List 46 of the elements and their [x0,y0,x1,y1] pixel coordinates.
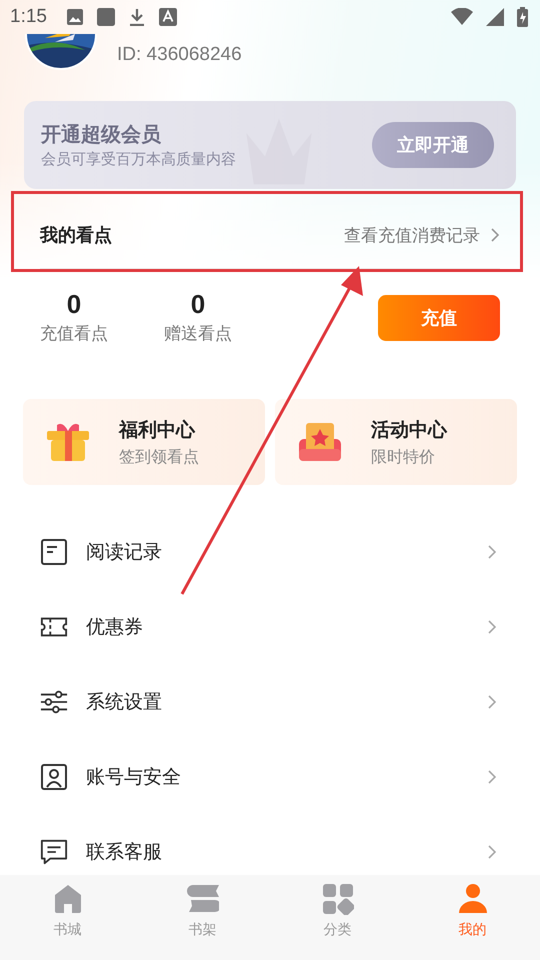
records-link[interactable]: 查看充值消费记录 [344,224,480,246]
promo-title: 活动中心 [371,418,447,442]
status-time: 1:15 [10,6,47,28]
vip-title: 开通超级会员 [41,121,162,148]
chevron-right-icon [490,227,500,243]
sliders-icon [40,688,68,716]
battery-icon [517,7,528,27]
promo-title: 福利中心 [119,418,196,442]
stat-label: 充值看点 [40,323,108,345]
chevron-right-icon [487,694,497,710]
promo-card[interactable]: 福利中心 签到领看点 [23,399,265,485]
chevron-right-icon [487,769,497,785]
person-icon [456,883,488,915]
chevron-right-icon [487,544,497,560]
stat-value: 0 [66,289,82,320]
menu-label: 账号与安全 [86,765,181,790]
menu-item[interactable]: 优惠券 [0,605,540,649]
menu-item[interactable]: 阅读记录 [0,530,540,574]
menu-item[interactable]: 账号与安全 [0,755,540,799]
stat-value: 0 [190,289,206,320]
signal-icon [486,8,504,26]
chevron-right-icon [487,619,497,635]
points-title: 我的看点 [40,224,112,247]
promo-subtitle: 签到领看点 [119,446,199,468]
menu-label: 优惠券 [86,615,143,640]
square-icon [96,8,115,26]
image-icon [66,8,84,26]
chat-icon [40,838,68,866]
promo-subtitle: 限时特价 [371,446,436,468]
document-icon [40,538,68,566]
menu-item[interactable]: 联系客服 [0,830,540,874]
chevron-right-icon [487,844,497,860]
book-stack-icon [186,883,218,915]
wifi-icon [451,8,473,26]
menu-label: 系统设置 [86,690,162,715]
promo-card[interactable]: 活动中心 限时特价 [275,399,517,485]
user-id: ID: 436068246 [117,44,242,66]
menu-label: 阅读记录 [86,540,162,565]
vip-subtitle: 会员可享受百万本高质量内容 [41,150,237,169]
menu-item[interactable]: 系统设置 [0,680,540,724]
download-icon [128,8,146,26]
stat-label: 赠送看点 [164,323,232,345]
grid-icon [322,883,354,915]
person-card-icon [40,763,68,791]
menu-label: 联系客服 [86,840,162,865]
keyboard-icon [158,8,177,26]
